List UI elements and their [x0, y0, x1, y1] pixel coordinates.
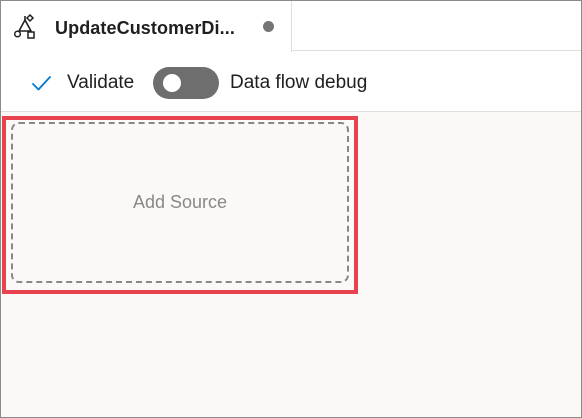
unsaved-indicator [263, 21, 274, 32]
toolbar: Validate Data flow debug [1, 52, 581, 112]
design-canvas[interactable]: Add Source [1, 112, 581, 417]
add-source-button[interactable]: Add Source [11, 122, 349, 283]
validate-button[interactable]: Validate [29, 68, 134, 98]
add-source-label: Add Source [132, 192, 228, 212]
data-flow-editor: UpdateCustomerDi... Validate Data flow d… [0, 0, 582, 418]
tab-title: UpdateCustomerDi... [55, 18, 235, 38]
checkmark-icon [29, 71, 53, 95]
tab-strip: UpdateCustomerDi... [1, 1, 581, 52]
toggle-knob [163, 74, 181, 92]
data-flow-icon [13, 13, 39, 40]
data-flow-debug-toggle[interactable] [153, 67, 219, 99]
data-flow-debug-label: Data flow debug [230, 72, 368, 93]
validate-label: Validate [67, 72, 135, 93]
tab-strip-empty [292, 1, 581, 51]
tab-update-customer[interactable]: UpdateCustomerDi... [1, 1, 292, 52]
